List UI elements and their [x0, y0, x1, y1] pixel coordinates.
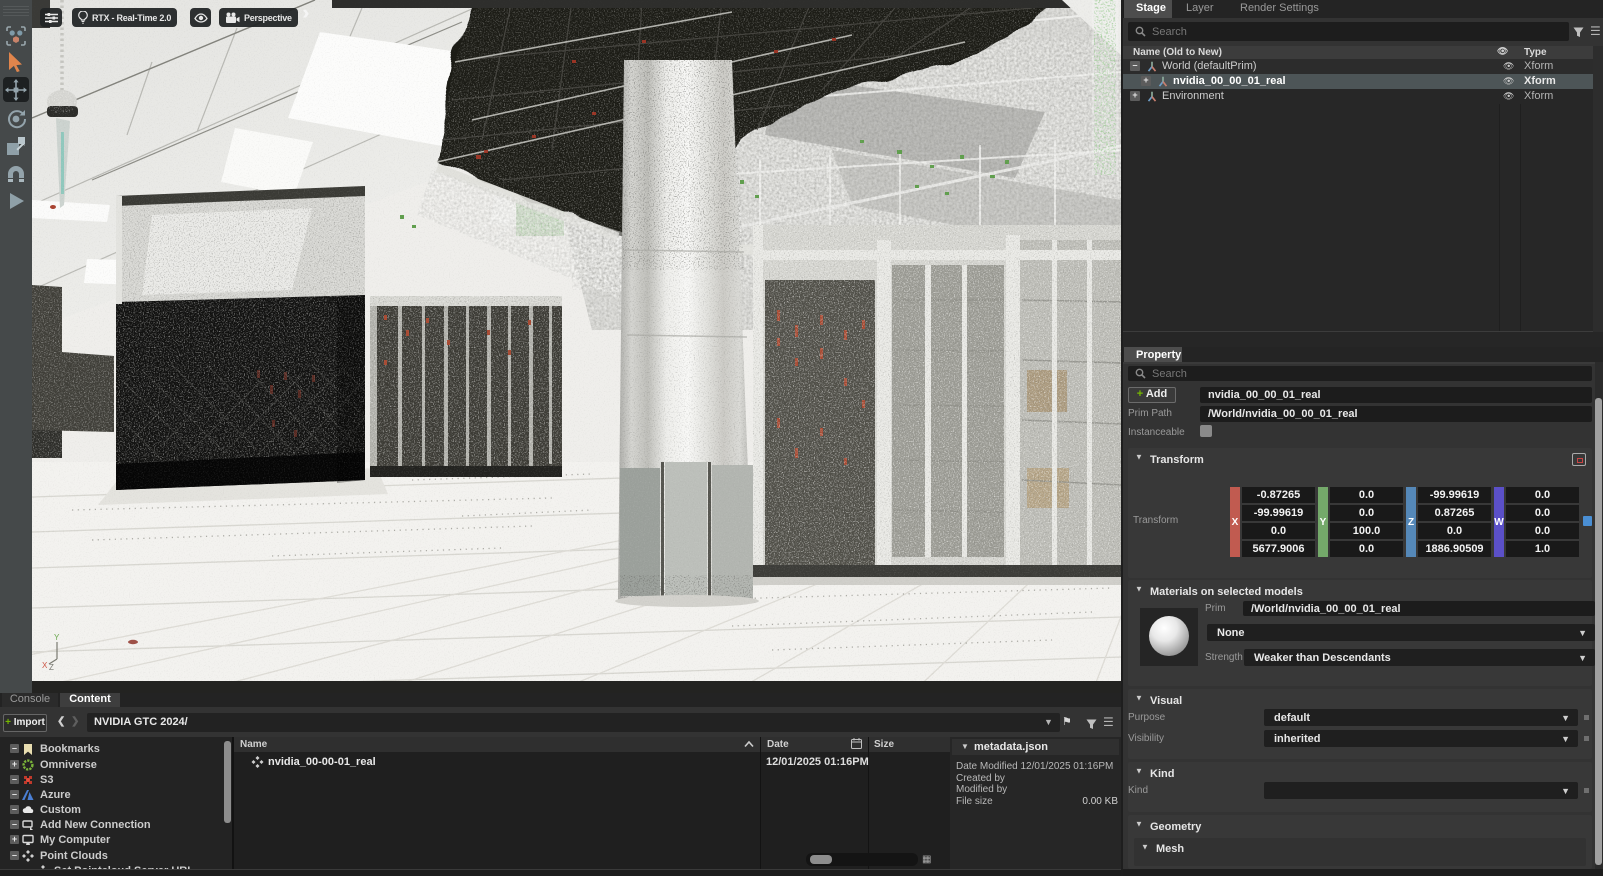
svg-text:Z: Z	[49, 663, 54, 670]
svg-text:X: X	[42, 661, 48, 670]
svg-text:Y: Y	[54, 633, 60, 642]
